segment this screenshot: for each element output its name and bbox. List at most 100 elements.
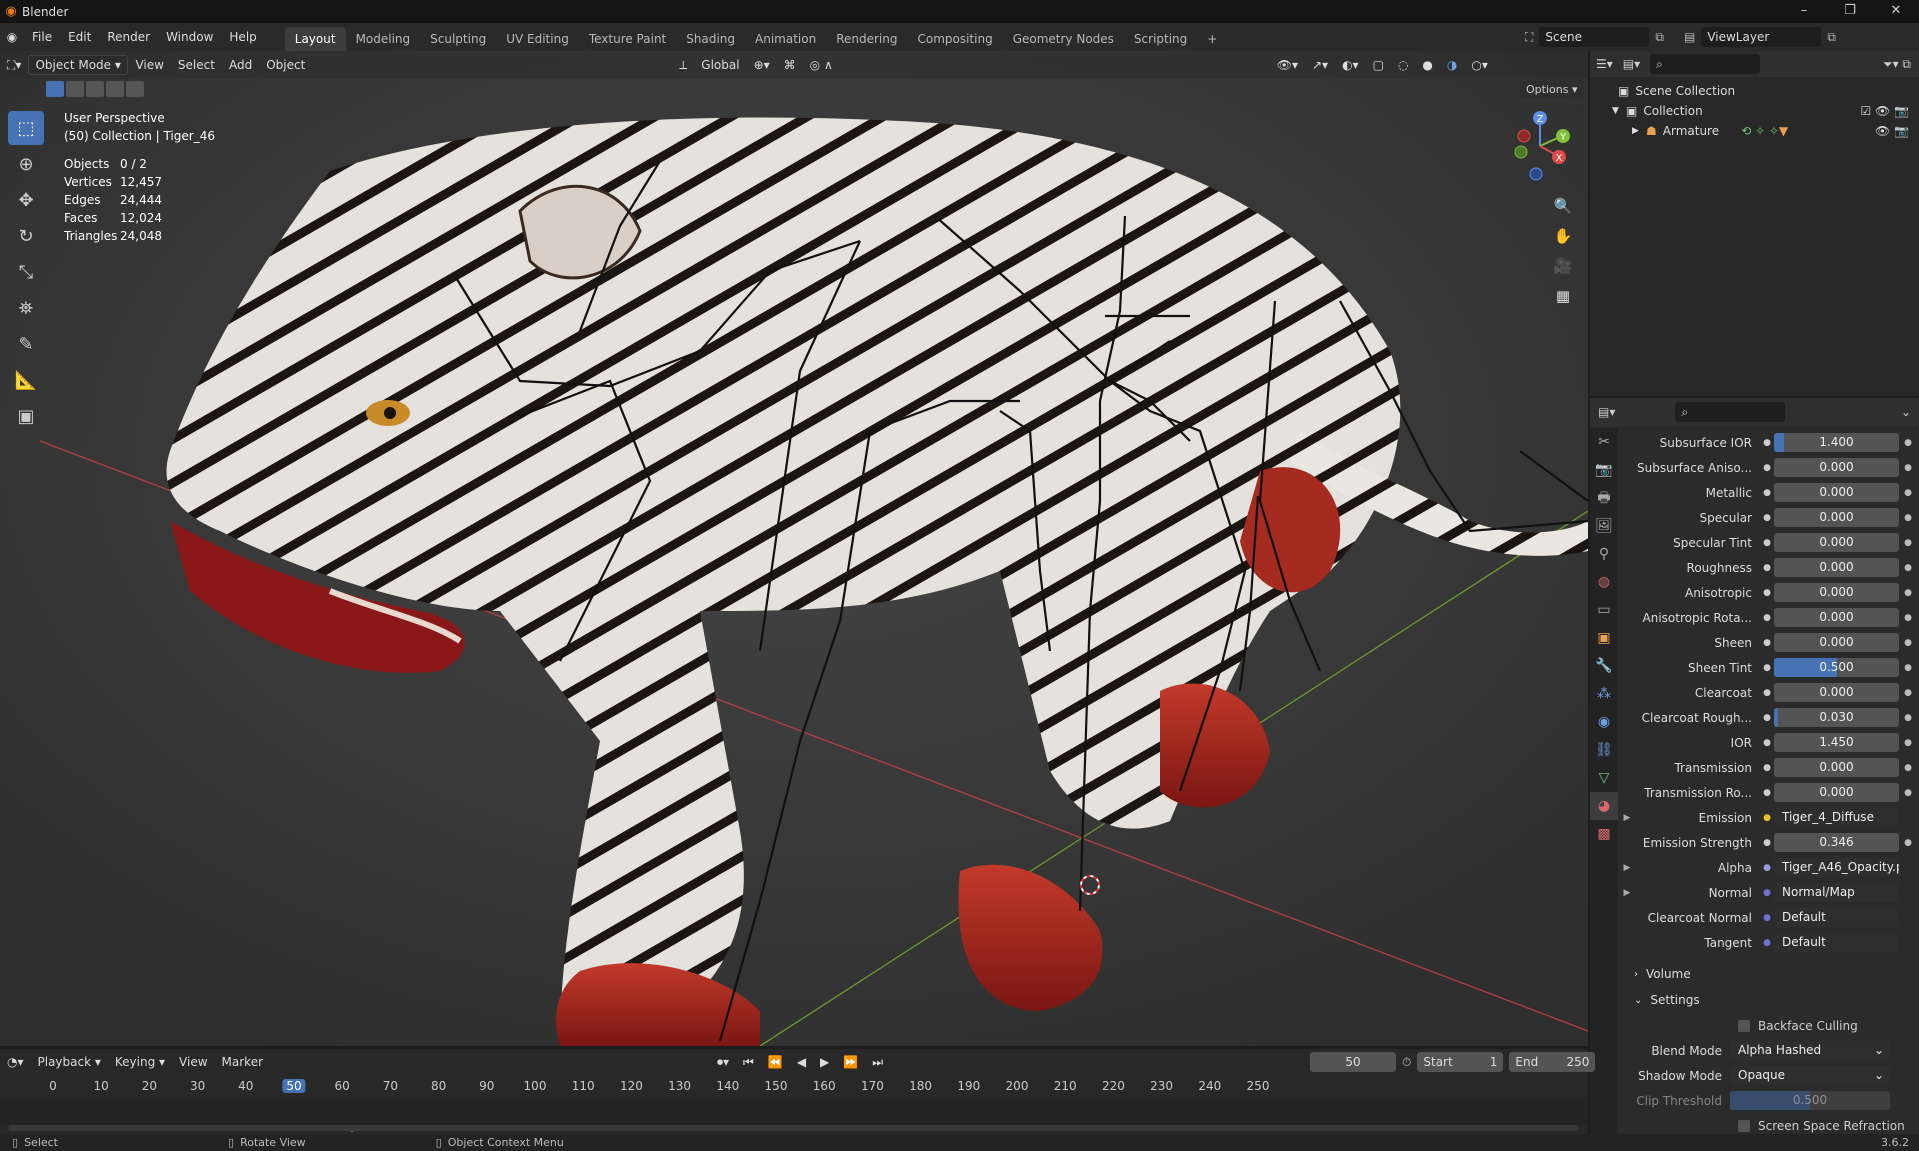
- socket-dot-icon[interactable]: ●: [1760, 488, 1774, 498]
- display-mode-icon[interactable]: ▤▾: [1623, 57, 1640, 71]
- property-slider[interactable]: 0.000: [1774, 583, 1899, 602]
- settings-section[interactable]: ⌄ Settings: [1620, 987, 1919, 1013]
- orientation-icon[interactable]: ⟂: [672, 58, 694, 73]
- navigation-gizmo[interactable]: Z Y X: [1500, 106, 1580, 186]
- blend-mode-dropdown[interactable]: Alpha Hashed ⌄: [1730, 1041, 1890, 1060]
- add-workspace-icon[interactable]: +: [1197, 27, 1227, 51]
- play-icon[interactable]: ▶: [813, 1055, 836, 1069]
- menu-render[interactable]: Render: [99, 23, 158, 51]
- keyframe-dot-icon[interactable]: ●: [1899, 663, 1917, 673]
- clip-threshold-slider[interactable]: 0.500: [1730, 1091, 1890, 1110]
- tab-scripting[interactable]: Scripting: [1124, 27, 1197, 51]
- property-slider[interactable]: 1.400: [1774, 433, 1899, 452]
- keyframe-dot-icon[interactable]: ●: [1899, 738, 1917, 748]
- snap-icon[interactable]: ⌘: [777, 58, 803, 72]
- tab-uv-editing[interactable]: UV Editing: [496, 27, 579, 51]
- expand-arrow-icon[interactable]: ▶: [1620, 888, 1634, 898]
- linked-node-field[interactable]: Tiger_4_Diffuse: [1774, 808, 1899, 827]
- property-slider[interactable]: 0.500: [1774, 658, 1899, 677]
- particles-tab-icon[interactable]: ⁂: [1590, 680, 1618, 708]
- expand-arrow-icon[interactable]: ▶: [1620, 863, 1634, 873]
- linked-node-field[interactable]: Normal/Map: [1774, 883, 1899, 902]
- pivot-icon[interactable]: ⊕▾: [747, 58, 777, 72]
- current-frame-field[interactable]: 50: [1310, 1052, 1396, 1072]
- shading-rendered-icon[interactable]: ○▾: [1464, 58, 1495, 72]
- viewport-scene[interactable]: [0, 51, 1588, 1046]
- keyframe-dot-icon[interactable]: ●: [1899, 763, 1917, 773]
- measure-tool-icon[interactable]: 📐: [8, 363, 44, 397]
- outliner-row-collection[interactable]: ▼ ▣ Collection ☑ 👁 📷: [1612, 101, 1919, 121]
- keyframe-dot-icon[interactable]: ●: [1899, 638, 1917, 648]
- property-slider[interactable]: 0.000: [1774, 458, 1899, 477]
- disclosure-right-icon[interactable]: ▶: [1632, 126, 1646, 136]
- tab-modeling[interactable]: Modeling: [346, 27, 421, 51]
- linked-node-field[interactable]: Default: [1774, 933, 1899, 952]
- linked-node-field[interactable]: Tiger_A46_Opacity.png: [1774, 858, 1899, 877]
- expand-arrow-icon[interactable]: ▶: [1620, 813, 1634, 823]
- keyframe-dot-icon[interactable]: ●: [1899, 488, 1917, 498]
- tab-shading[interactable]: Shading: [676, 27, 745, 51]
- jump-start-icon[interactable]: ⏮: [736, 1055, 761, 1070]
- outliner-search-input[interactable]: ⌕: [1650, 54, 1761, 74]
- menu-playback[interactable]: Playback ▾: [31, 1055, 108, 1069]
- select-box-icon[interactable]: ⬚: [8, 111, 44, 145]
- shading-solid-icon[interactable]: ●: [1415, 58, 1439, 72]
- socket-dot-icon[interactable]: ●: [1760, 913, 1774, 923]
- menu-edit[interactable]: Edit: [60, 23, 99, 51]
- property-slider[interactable]: 0.000: [1774, 783, 1899, 802]
- socket-dot-icon[interactable]: ●: [1760, 663, 1774, 673]
- timeline-track[interactable]: [0, 1097, 1588, 1125]
- select-intersect-icon[interactable]: [126, 81, 144, 97]
- view-layer-tab-icon[interactable]: 🖼: [1590, 512, 1618, 540]
- timeline-editor-icon[interactable]: ◔▾: [0, 1055, 31, 1069]
- socket-dot-icon[interactable]: ●: [1760, 713, 1774, 723]
- select-new-icon[interactable]: [46, 81, 64, 97]
- annotate-tool-icon[interactable]: ✎: [8, 327, 44, 361]
- texture-tab-icon[interactable]: ▩: [1590, 820, 1618, 848]
- ssr-checkbox[interactable]: [1738, 1119, 1750, 1132]
- outliner-row-scene-collection[interactable]: ▣ Scene Collection: [1618, 81, 1919, 101]
- new-scene-icon[interactable]: ⧉: [1655, 30, 1664, 45]
- property-slider[interactable]: 0.000: [1774, 683, 1899, 702]
- shading-wireframe-icon[interactable]: ◌: [1391, 58, 1415, 72]
- stopwatch-icon[interactable]: ⏱: [1402, 1055, 1411, 1070]
- property-slider[interactable]: 0.000: [1774, 533, 1899, 552]
- outliner-row-armature[interactable]: ▶ ☗ Armature ⟲ ✧ ✧ ▼ 👁 📷: [1632, 121, 1919, 141]
- timeline-scrollbar[interactable]: [8, 1125, 1578, 1131]
- keyframe-dot-icon[interactable]: ●: [1899, 538, 1917, 548]
- keyframe-dot-icon[interactable]: ●: [1899, 438, 1917, 448]
- cursor-tool-icon[interactable]: ⊕: [8, 147, 44, 181]
- render-tab-icon[interactable]: 📷: [1590, 456, 1618, 484]
- ortho-grid-icon[interactable]: ▦: [1548, 281, 1578, 311]
- tab-sculpting[interactable]: Sculpting: [420, 27, 496, 51]
- mode-dropdown[interactable]: Object Mode ▾: [28, 55, 129, 75]
- end-frame-field[interactable]: End 250: [1509, 1052, 1596, 1072]
- menu-object[interactable]: Object: [259, 58, 312, 72]
- socket-dot-icon[interactable]: ●: [1760, 613, 1774, 623]
- collection-tab-icon[interactable]: ▭: [1590, 596, 1618, 624]
- outliner-editor-icon[interactable]: ☰▾: [1596, 57, 1613, 71]
- data-tab-icon[interactable]: ▽: [1590, 764, 1618, 792]
- socket-dot-icon[interactable]: ●: [1760, 788, 1774, 798]
- keyframe-dot-icon[interactable]: ●: [1899, 513, 1917, 523]
- socket-dot-icon[interactable]: ●: [1760, 638, 1774, 648]
- socket-dot-icon[interactable]: ●: [1760, 588, 1774, 598]
- zoom-icon[interactable]: 🔍: [1548, 191, 1578, 221]
- restore-icon[interactable]: ❐: [1827, 0, 1873, 23]
- xray-icon[interactable]: ▢: [1366, 58, 1391, 72]
- minimize-icon[interactable]: –: [1781, 0, 1827, 23]
- socket-dot-icon[interactable]: ●: [1760, 563, 1774, 573]
- output-tab-icon[interactable]: 🖶: [1590, 484, 1618, 512]
- overlay-toggle-icon[interactable]: ◐▾: [1335, 58, 1366, 72]
- pan-hand-icon[interactable]: ✋: [1548, 221, 1578, 251]
- scene-icon[interactable]: ⛶: [1525, 30, 1533, 45]
- menu-view[interactable]: View: [128, 58, 170, 72]
- select-subtract-icon[interactable]: [86, 81, 104, 97]
- material-tab-icon[interactable]: ◕: [1590, 792, 1618, 820]
- editor-type-icon[interactable]: ⛶▾: [0, 58, 28, 73]
- socket-dot-icon[interactable]: ●: [1760, 513, 1774, 523]
- keyframe-dot-icon[interactable]: ●: [1899, 463, 1917, 473]
- property-slider[interactable]: 0.000: [1774, 758, 1899, 777]
- property-slider[interactable]: 0.000: [1774, 483, 1899, 502]
- start-frame-field[interactable]: Start 1: [1417, 1052, 1504, 1072]
